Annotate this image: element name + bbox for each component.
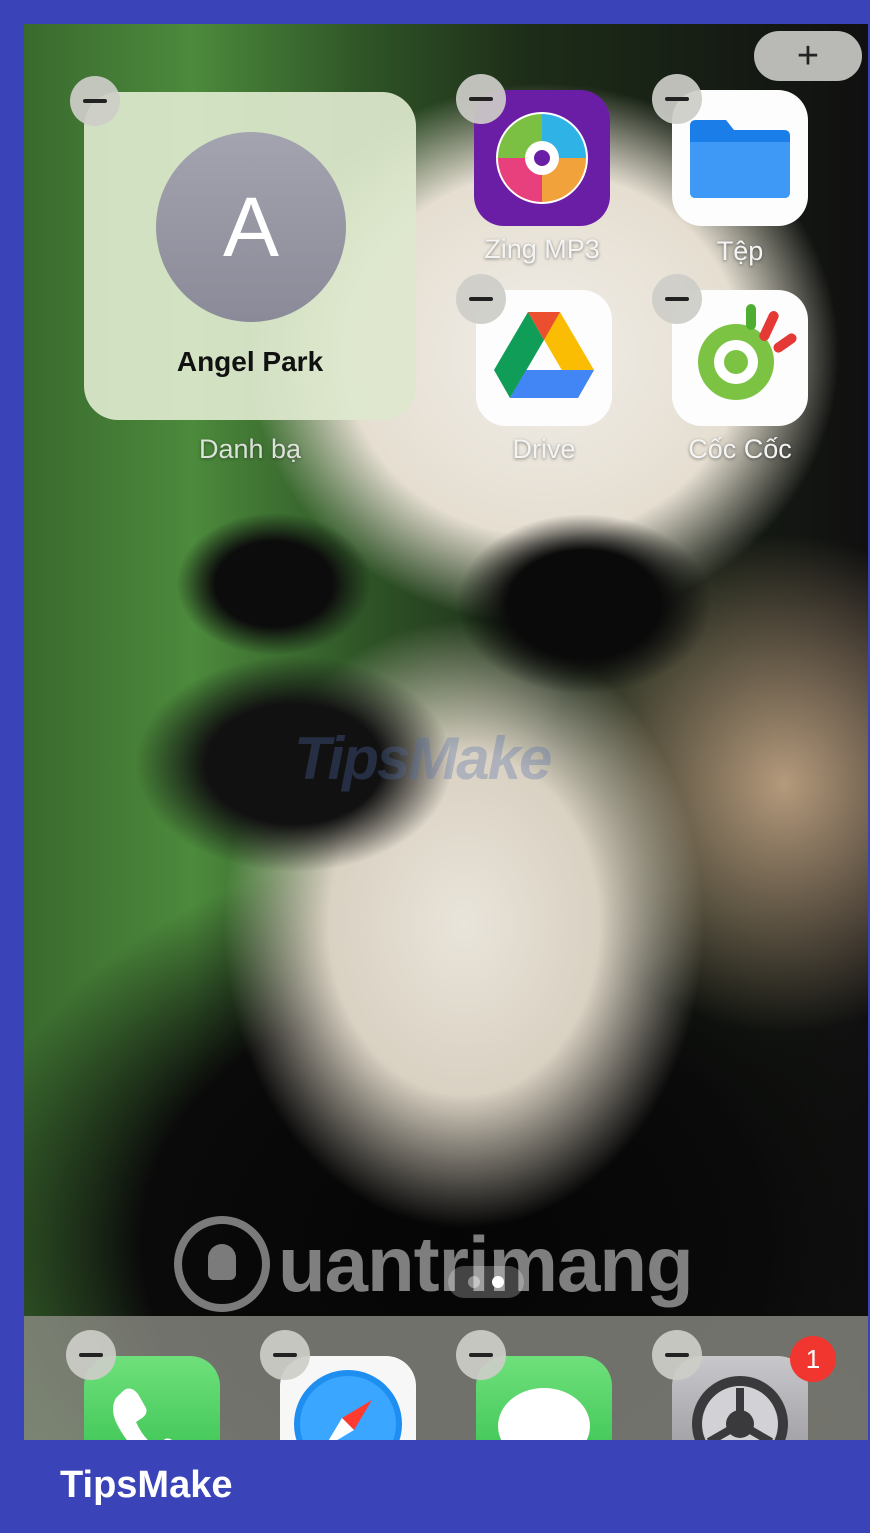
contacts-widget[interactable]: A Angel Park	[84, 92, 416, 420]
page-indicator[interactable]	[448, 1266, 524, 1298]
avatar: A	[156, 132, 346, 322]
remove-app-button[interactable]	[456, 274, 506, 324]
plus-icon: +	[796, 35, 820, 77]
remove-app-button[interactable]	[652, 274, 702, 324]
home-screen: + A Angel Park Danh bạ Zing MP3 Tệp Driv…	[24, 24, 868, 1440]
widget-label: Danh bạ	[198, 434, 302, 464]
dock: 1	[24, 1316, 868, 1440]
app-label: Drive	[512, 434, 576, 464]
notification-badge: 1	[790, 1336, 836, 1382]
tipsmake-watermark: TipsMake	[294, 725, 552, 792]
app-label: Zing MP3	[484, 234, 600, 264]
app-label: Cốc Cốc	[688, 434, 792, 464]
quantrimang-watermark: uantrimang	[174, 1214, 694, 1314]
lightbulb-icon	[174, 1216, 270, 1312]
remove-app-button[interactable]	[456, 1330, 506, 1380]
remove-app-button[interactable]	[66, 1330, 116, 1380]
app-label: Tệp	[716, 236, 764, 266]
remove-app-button[interactable]	[652, 74, 702, 124]
remove-widget-button[interactable]	[70, 76, 120, 126]
footer-banner: TipsMake	[0, 1440, 870, 1533]
add-widget-button[interactable]: +	[754, 31, 862, 81]
page-dot-active	[492, 1276, 504, 1288]
brand-logo-text: TipsMake	[60, 1464, 233, 1506]
remove-app-button[interactable]	[652, 1330, 702, 1380]
remove-app-button[interactable]	[456, 74, 506, 124]
page-dot	[468, 1276, 480, 1288]
contact-name: Angel Park	[176, 346, 324, 377]
remove-app-button[interactable]	[260, 1330, 310, 1380]
